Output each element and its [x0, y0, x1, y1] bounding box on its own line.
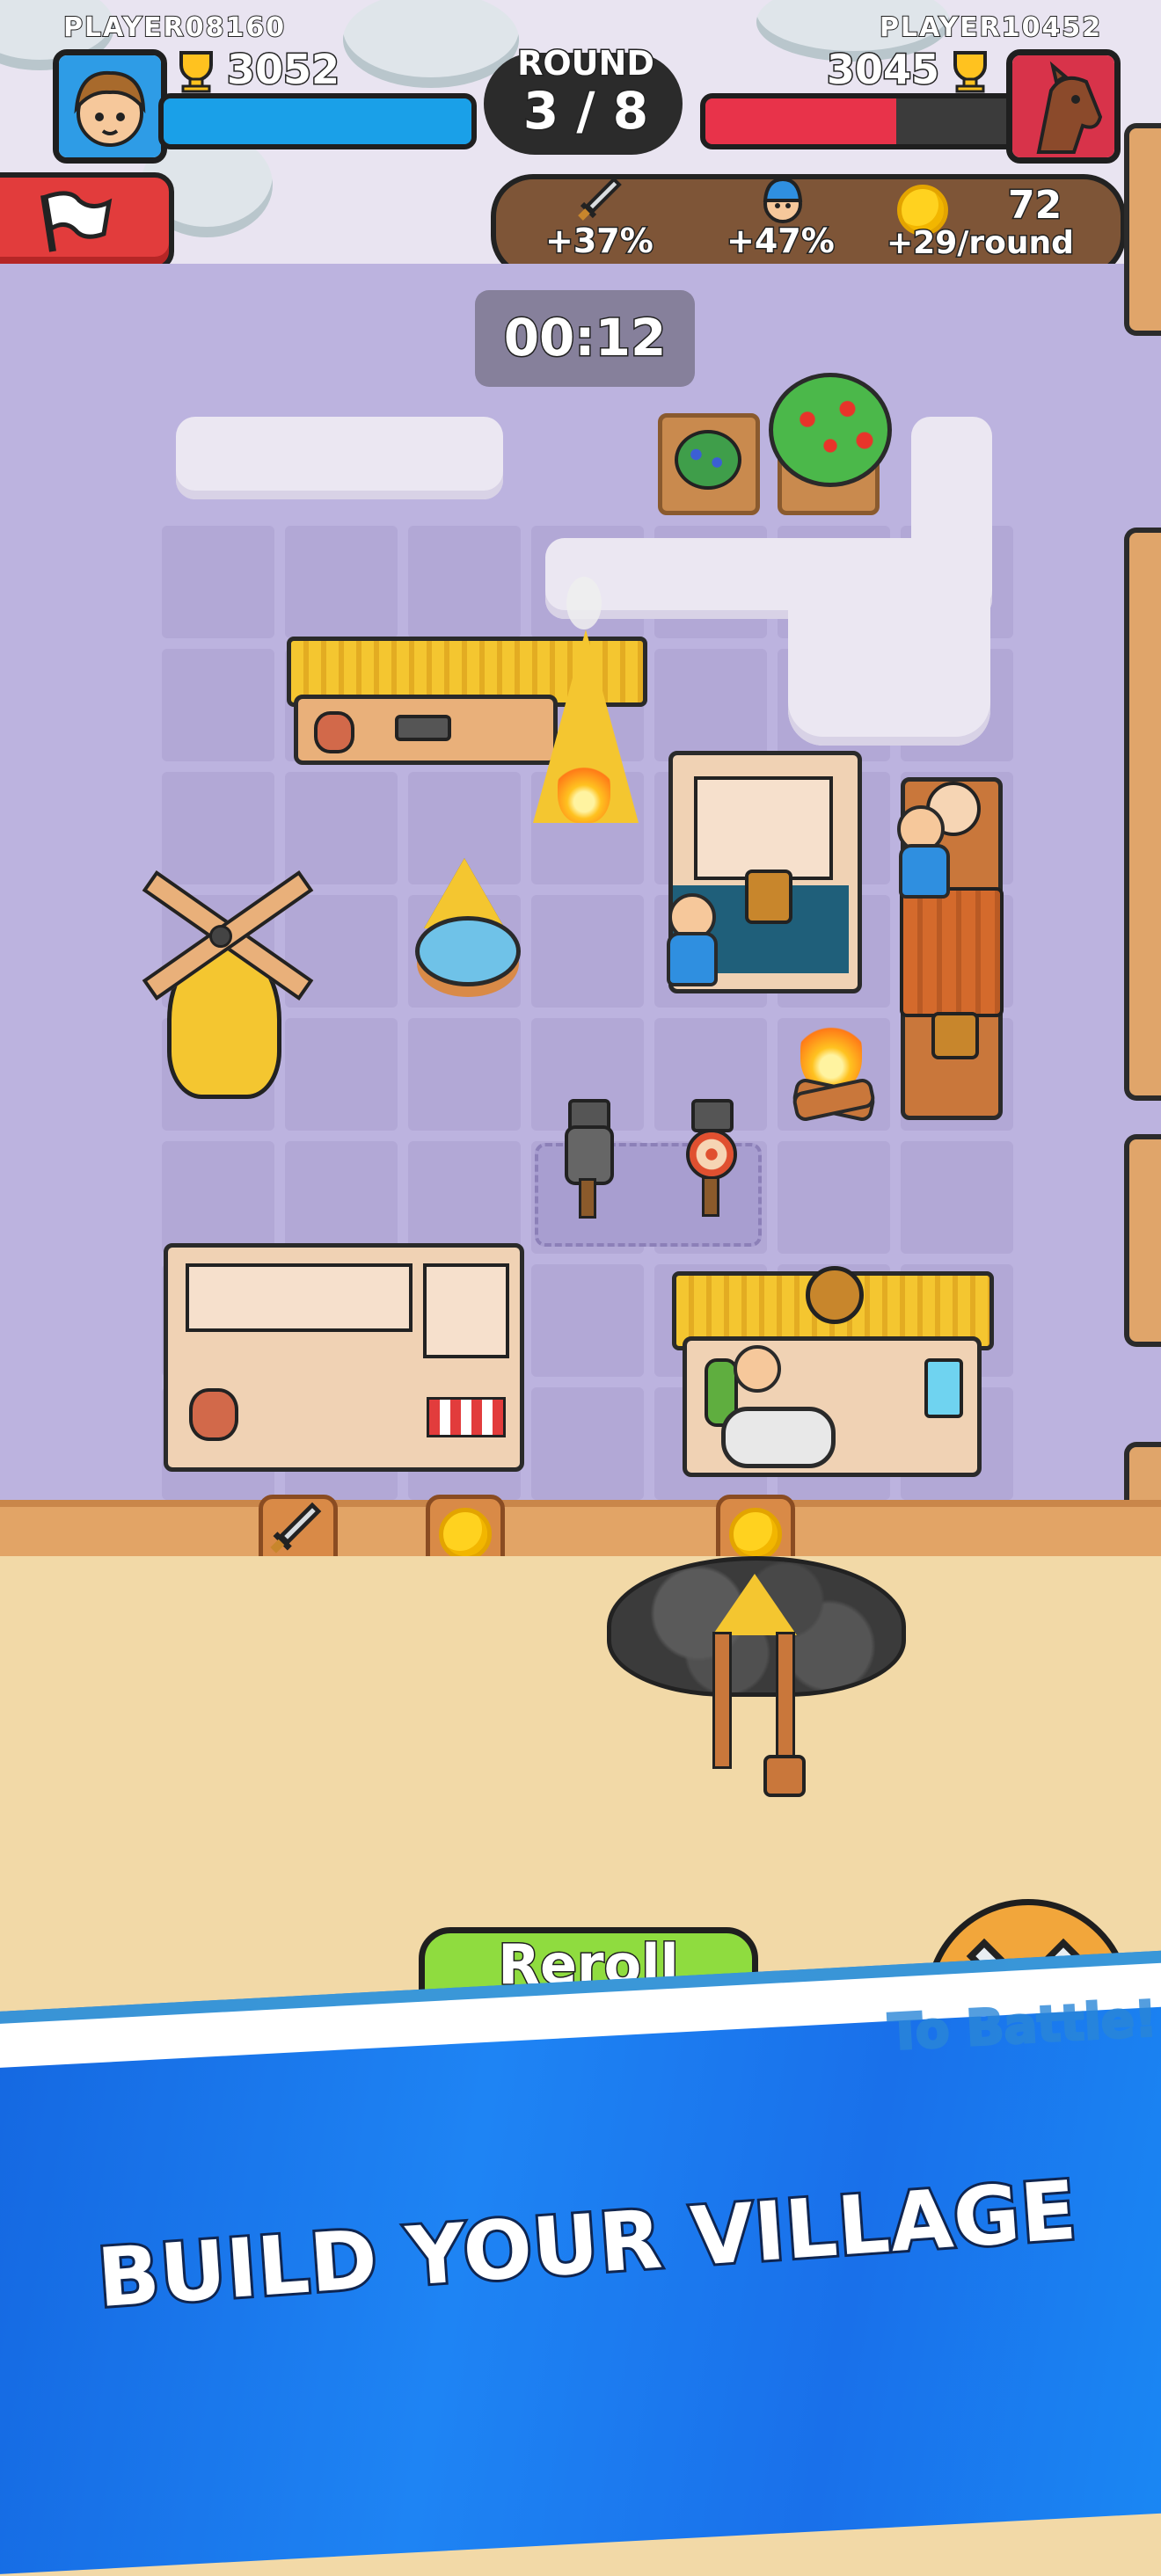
horse-character	[721, 1407, 836, 1468]
berry-bush-building[interactable]	[658, 413, 760, 515]
gold-income: +29/round	[886, 224, 1076, 263]
grid-tile[interactable]	[285, 772, 398, 884]
grid-tile[interactable]	[162, 1141, 274, 1254]
grid-tile[interactable]	[531, 1387, 644, 1500]
defense-bonus: +47%	[726, 221, 836, 262]
coin-icon	[729, 1508, 782, 1561]
snow-path	[788, 538, 990, 746]
trophy-icon	[946, 49, 994, 97]
player-right-name: PLAYER10452	[879, 11, 1103, 44]
attack-bonus: +37%	[544, 221, 655, 262]
market-stall-building[interactable]	[294, 695, 558, 765]
trophy-icon	[172, 49, 220, 97]
grid-tile[interactable]	[654, 649, 767, 761]
player-right-health-fill	[705, 98, 896, 144]
forge-hut-building[interactable]	[533, 629, 639, 840]
grid-tile[interactable]	[285, 1141, 398, 1254]
player-left-avatar[interactable]	[53, 49, 167, 164]
grid-tile[interactable]	[531, 1264, 644, 1377]
grid-tile[interactable]	[162, 649, 274, 761]
player-left-health-bar	[158, 93, 477, 149]
horse-portrait-icon	[1012, 55, 1114, 157]
windmill-building[interactable]	[141, 870, 317, 1125]
player-left-name: PLAYER08160	[62, 11, 287, 44]
surrender-flag-button[interactable]	[0, 172, 174, 271]
player-right-trophies: 3045	[825, 45, 940, 95]
coin-icon	[439, 1508, 492, 1561]
grid-tile[interactable]	[408, 1141, 521, 1254]
player-right-health-bar	[700, 93, 1019, 149]
grid-tile[interactable]	[162, 772, 274, 884]
girl-portrait-icon	[59, 55, 161, 157]
round-value: 3 / 8	[522, 80, 649, 142]
snow-path	[176, 417, 503, 499]
timer-text: 00:12	[502, 307, 668, 369]
fence-post	[1124, 123, 1161, 336]
campfire-building[interactable]	[788, 1011, 877, 1124]
grid-tile[interactable]	[901, 1141, 1013, 1254]
archer-character-body	[899, 844, 950, 899]
mine-entrance[interactable]	[705, 1574, 806, 1797]
player-left-health-fill	[164, 98, 471, 144]
training-dummy[interactable]	[542, 1099, 626, 1219]
sword-icon	[270, 1502, 322, 1554]
fence-post	[1124, 1134, 1161, 1347]
flag-icon	[40, 191, 113, 252]
player-right-avatar[interactable]	[1006, 49, 1121, 164]
grid-tile[interactable]	[778, 1141, 890, 1254]
pottery-market-building[interactable]	[164, 1243, 524, 1472]
fence-post	[1124, 528, 1161, 1101]
grid-tile[interactable]	[408, 526, 521, 638]
soldier-character-body	[667, 932, 718, 986]
gold-count: 72	[1006, 182, 1062, 229]
grid-tile[interactable]	[531, 895, 644, 1008]
grid-tile[interactable]	[285, 526, 398, 638]
archery-target[interactable]	[665, 1099, 749, 1217]
player-left-trophies: 3052	[225, 45, 340, 95]
apple-tree-building[interactable]	[769, 373, 892, 487]
round-label: ROUND	[516, 43, 656, 84]
rider-character	[734, 1345, 781, 1393]
smoke	[566, 577, 602, 629]
well-building[interactable]	[415, 858, 521, 990]
grid-tile[interactable]	[408, 1018, 521, 1131]
horseshoe-icon	[806, 1266, 864, 1324]
grid-tile[interactable]	[162, 526, 274, 638]
